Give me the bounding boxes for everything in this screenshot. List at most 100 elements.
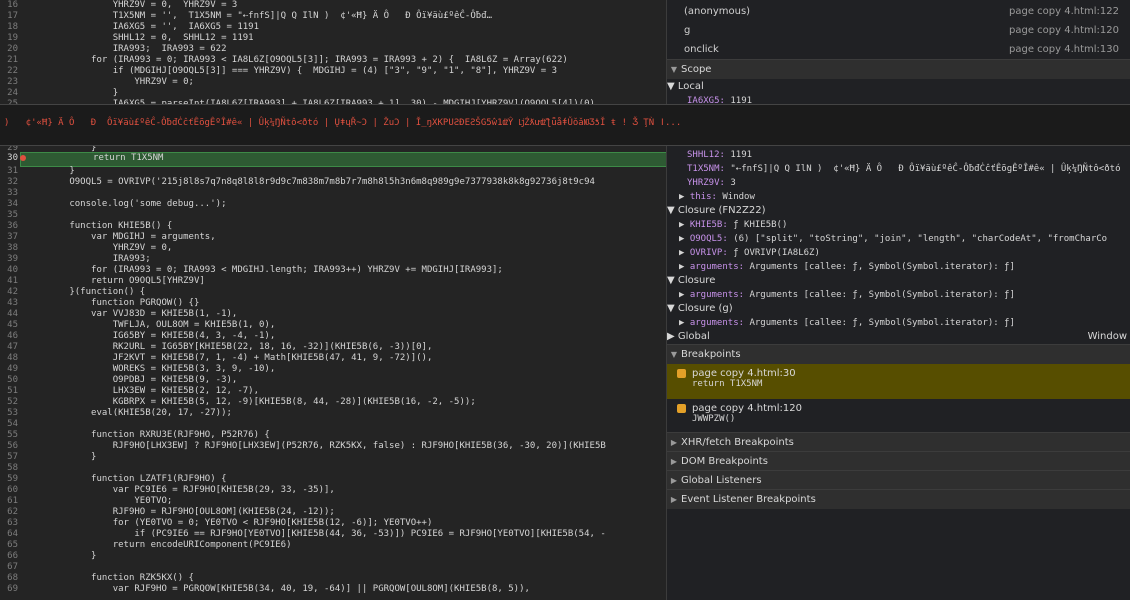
closure-scope-header[interactable]: ▼ Closure (FN2Z22): [667, 204, 1130, 218]
call-frame[interactable]: (anonymous) page copy 4.html:122: [667, 2, 1130, 21]
event-listener-breakpoints-section[interactable]: ▶ Event Listener Breakpoints: [667, 489, 1130, 509]
line-number[interactable]: 66: [0, 551, 18, 562]
section-title: DOM Breakpoints: [681, 456, 768, 467]
line-number[interactable]: 32: [0, 177, 18, 188]
line-number[interactable]: 37: [0, 232, 18, 243]
line-number[interactable]: 47: [0, 342, 18, 353]
line-number[interactable]: 57: [0, 452, 18, 463]
breakpoints-section-header[interactable]: ▼ Breakpoints: [667, 344, 1130, 364]
line-number[interactable]: 59: [0, 474, 18, 485]
line-number[interactable]: 60: [0, 485, 18, 496]
code-line: 48 JF2KVT = KHIE5B(7, 1, -4) + Math[KHIE…: [0, 353, 666, 364]
line-number[interactable]: 65: [0, 540, 18, 551]
global-scope-header[interactable]: ▶ Global Window: [667, 330, 1130, 344]
line-number[interactable]: 45: [0, 320, 18, 331]
code-line: 21 for (IRA993 = 0; IRA993 < IA8L6Z[O9OQ…: [0, 55, 666, 66]
line-number[interactable]: 36: [0, 221, 18, 232]
line-number[interactable]: 61: [0, 496, 18, 507]
code-editor[interactable]: 16 YHRZ9V = 0, YHRZ9V = 3 17 T1X5NM = '',…: [0, 0, 666, 600]
scope-var[interactable]: ▶ KHIE5B: ƒ KHIE5B(): [679, 218, 1130, 232]
scope-var[interactable]: ▶ OVRIVP: ƒ OVRIVP(IA8L6Z): [679, 246, 1130, 260]
line-number[interactable]: 64: [0, 529, 18, 540]
code-line: 51 LHX3EW = KHIE5B(2, 12, -7),: [0, 386, 666, 397]
line-number[interactable]: 38: [0, 243, 18, 254]
code-line: 54: [0, 419, 666, 430]
line-number[interactable]: 52: [0, 397, 18, 408]
line-number[interactable]: 51: [0, 386, 18, 397]
scope-var[interactable]: ▶ arguments: Arguments [callee: ƒ, Symbo…: [679, 288, 1130, 302]
scope-var[interactable]: ▶ this: Window: [679, 190, 1130, 204]
scope-var[interactable]: YHRZ9V: 3: [687, 176, 1130, 190]
line-number[interactable]: 23: [0, 77, 18, 88]
line-number[interactable]: 62: [0, 507, 18, 518]
line-number[interactable]: 30: [0, 153, 18, 164]
line-number[interactable]: 42: [0, 287, 18, 298]
global-listeners-section[interactable]: ▶ Global Listeners: [667, 470, 1130, 490]
line-number[interactable]: 18: [0, 22, 18, 33]
line-number[interactable]: 39: [0, 254, 18, 265]
line-number[interactable]: 53: [0, 408, 18, 419]
line-number[interactable]: 16: [0, 0, 18, 11]
breakpoint-item[interactable]: page copy 4.html:30 return T1X5NM: [667, 364, 1130, 399]
line-number[interactable]: 41: [0, 276, 18, 287]
code-text: var VVJ83D = KHIE5B(1, -1),: [26, 309, 238, 319]
line-number[interactable]: 48: [0, 353, 18, 364]
line-number[interactable]: 34: [0, 199, 18, 210]
line-number[interactable]: 56: [0, 441, 18, 452]
line-number[interactable]: 20: [0, 44, 18, 55]
code-text: eval(KHIE5B(20, 17, -27));: [26, 408, 232, 418]
line-number[interactable]: 54: [0, 419, 18, 430]
call-frame-location[interactable]: page copy 4.html:122: [1009, 2, 1119, 21]
code-line: 19 SHHL12 = 0, SHHL12 = 1191: [0, 33, 666, 44]
line-number[interactable]: 55: [0, 430, 18, 441]
code-text: TWFLJA, OUL8OM = KHIE5B(1, 0),: [26, 320, 276, 330]
line-number[interactable]: 24: [0, 88, 18, 99]
value-tooltip: ) ¢'«Ħ} Ä Ô Đ Ôï¥äù£ºêĈ-ÔƀđĊĉťÊõgÊºÎ#ê« …: [0, 104, 1130, 146]
dom-breakpoints-section[interactable]: ▶ DOM Breakpoints: [667, 451, 1130, 471]
breakpoint-marker-icon[interactable]: [20, 154, 26, 161]
code-text: function RZK5KX() {: [26, 573, 194, 583]
scope-var[interactable]: ▶ O9OQL5: (6) ["split", "toString", "joi…: [679, 232, 1130, 246]
scope-var[interactable]: T1X5NM: "⇠fnfS]|Q Q IlN ) ¢'«Ħ} Ä Ô Đ Ôï…: [687, 162, 1130, 176]
call-frame-location[interactable]: page copy 4.html:120: [1009, 21, 1119, 40]
checkbox-checked-icon[interactable]: [677, 368, 686, 378]
line-number[interactable]: 21: [0, 55, 18, 66]
line-number[interactable]: 67: [0, 562, 18, 573]
line-number[interactable]: 69: [0, 584, 18, 595]
line-number[interactable]: 40: [0, 265, 18, 276]
code-line: 22 if (MDGIHJ[O9OQL5[3]] === YHRZ9V) { M…: [0, 66, 666, 77]
checkbox-checked-icon[interactable]: [677, 403, 686, 413]
line-number[interactable]: 49: [0, 364, 18, 375]
line-number[interactable]: 31: [0, 166, 18, 177]
line-number[interactable]: 19: [0, 33, 18, 44]
line-number[interactable]: 44: [0, 309, 18, 320]
breakpoint-item[interactable]: page copy 4.html:120 JWWPZW(): [667, 399, 1130, 432]
line-number[interactable]: 46: [0, 331, 18, 342]
line-number[interactable]: 50: [0, 375, 18, 386]
code-text: }: [26, 452, 97, 462]
closure-scope-header[interactable]: ▼ Closure: [667, 274, 1130, 288]
xhr-breakpoints-section[interactable]: ▶ XHR/fetch Breakpoints: [667, 432, 1130, 452]
scope-var[interactable]: SHHL12: 1191: [687, 148, 1130, 162]
call-frame[interactable]: g page copy 4.html:120: [667, 21, 1130, 40]
code-text: for (YE0TVO = 0; YE0TVO < RJF9HO[KHIE5B(…: [26, 518, 433, 528]
code-line: 24 }: [0, 88, 666, 99]
line-number[interactable]: 17: [0, 11, 18, 22]
closure-scope-header[interactable]: ▼ Closure (g): [667, 302, 1130, 316]
line-number[interactable]: 63: [0, 518, 18, 529]
call-frame-location[interactable]: page copy 4.html:130: [1009, 40, 1119, 59]
local-scope-header[interactable]: ▼ Local: [667, 80, 1130, 94]
line-number[interactable]: 43: [0, 298, 18, 309]
scope-section-header[interactable]: ▼ Scope: [667, 59, 1130, 79]
line-number[interactable]: 22: [0, 66, 18, 77]
scope-var[interactable]: ▶ arguments: Arguments [callee: ƒ, Symbo…: [679, 260, 1130, 274]
line-number[interactable]: 33: [0, 188, 18, 199]
call-frame[interactable]: onclick page copy 4.html:130: [667, 40, 1130, 59]
line-number[interactable]: 35: [0, 210, 18, 221]
line-number[interactable]: 68: [0, 573, 18, 584]
code-text: RJF9HO[LHX3EW] ? RJF9HO[LHX3EW](P52R76, …: [26, 441, 606, 451]
line-number[interactable]: 58: [0, 463, 18, 474]
code-text: function PGRQOW() {}: [26, 298, 200, 308]
code-line: 65 return encodeURIComponent(PC9IE6): [0, 540, 666, 551]
scope-var[interactable]: ▶ arguments: Arguments [callee: ƒ, Symbo…: [679, 316, 1130, 330]
